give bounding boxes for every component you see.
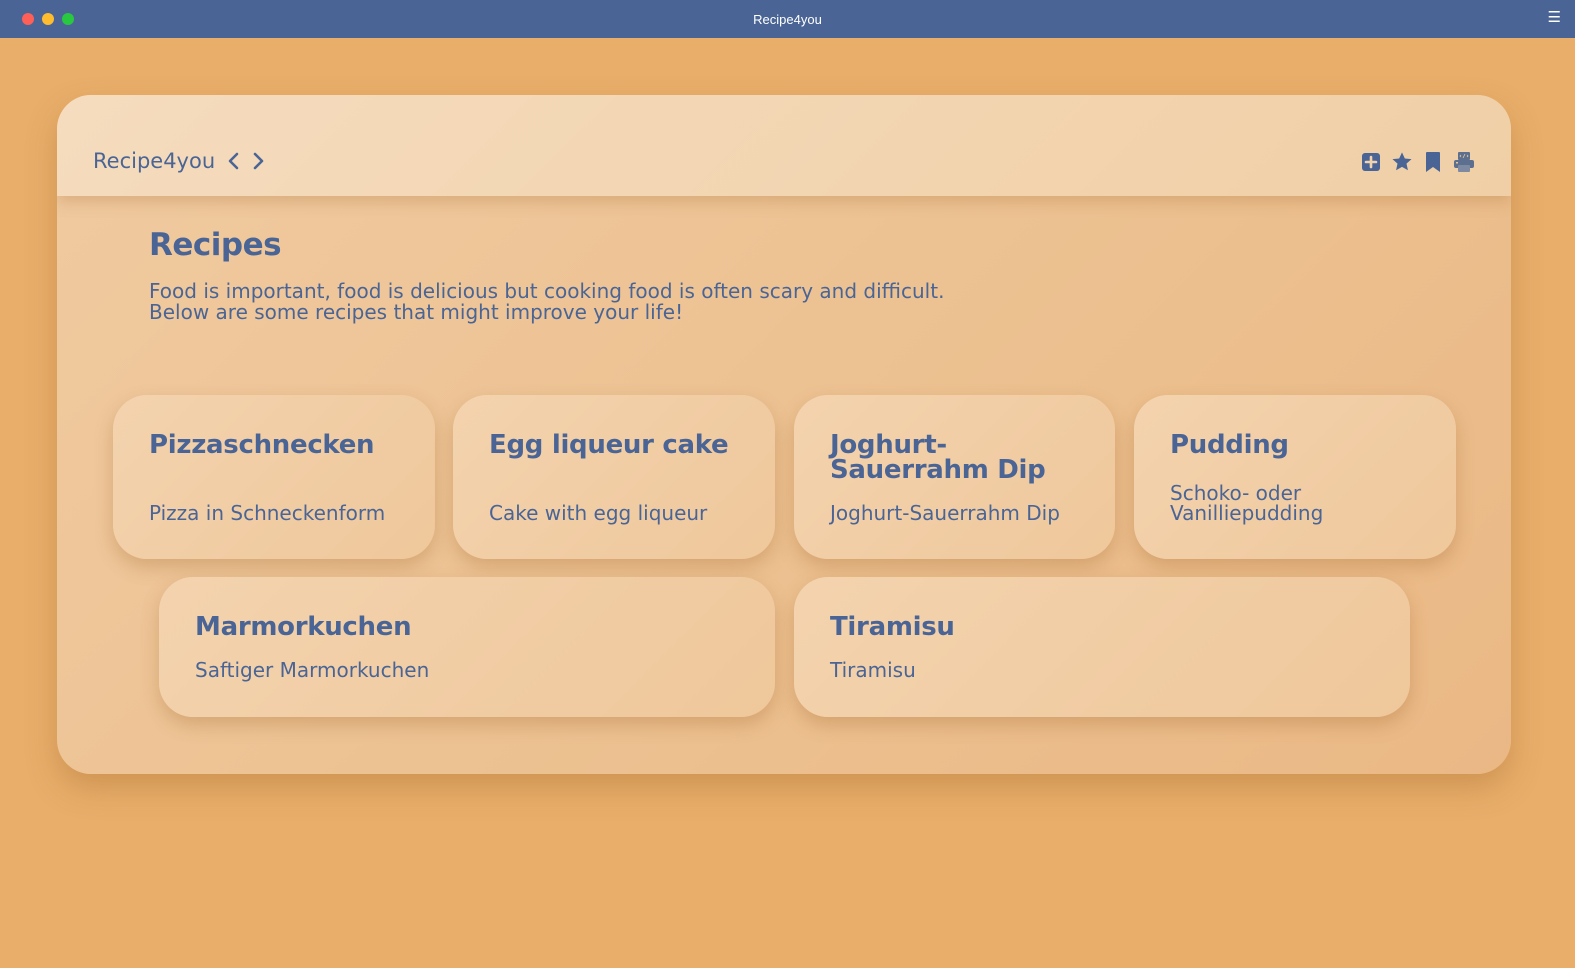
recipe-card-marmorkuchen[interactable]: Marmorkuchen Saftiger Marmorkuchen (159, 577, 775, 717)
hamburger-menu-icon[interactable]: ☰ (1548, 10, 1561, 26)
window-title: Recipe4you (753, 11, 822, 27)
close-window-button[interactable] (22, 13, 34, 25)
recipe-description: Pizza in Schneckenform (149, 501, 386, 525)
back-chevron-icon[interactable] (225, 151, 241, 171)
minimize-window-button[interactable] (42, 13, 54, 25)
main-panel: Recipe4you Recipes Food is important, fo… (57, 95, 1511, 774)
recipe-title: Pudding (1170, 430, 1289, 460)
app-header: Recipe4you (57, 95, 1511, 196)
bookmark-icon[interactable] (1422, 151, 1444, 173)
intro-line-2: Below are some recipes that might improv… (149, 300, 684, 324)
recipe-description: Cake with egg liqueur (489, 501, 708, 525)
recipe-title: Pizzaschnecken (149, 430, 375, 460)
recipe-description: Joghurt-Sauerrahm Dip (830, 501, 1060, 525)
recipe-card-tiramisu[interactable]: Tiramisu Tiramisu (794, 577, 1410, 717)
recipe-description: Saftiger Marmorkuchen (195, 658, 430, 682)
recipe-card-joghurt-sauerrahm-dip[interactable]: Joghurt- Sauerrahm Dip Joghurt-Sauerrahm… (794, 395, 1115, 559)
window-controls (22, 13, 74, 25)
recipe-card-pudding[interactable]: Pudding Schoko- oder Vanilliepudding (1134, 395, 1456, 559)
brand-nav: Recipe4you (93, 149, 267, 173)
maximize-window-button[interactable] (62, 13, 74, 25)
add-square-icon[interactable] (1360, 151, 1382, 173)
recipe-card-pizzaschnecken[interactable]: Pizzaschnecken Pizza in Schneckenform (113, 395, 435, 559)
toolbar (1360, 151, 1475, 173)
recipe-description: Tiramisu (830, 658, 916, 682)
recipe-title: Joghurt- Sauerrahm Dip (830, 430, 1046, 485)
brand-name[interactable]: Recipe4you (93, 149, 215, 173)
window-titlebar: Recipe4you ☰ (0, 0, 1575, 38)
recipe-title: Egg liqueur cake (489, 430, 729, 460)
recipe-description: Schoko- oder Vanilliepudding (1170, 481, 1324, 525)
page-title: Recipes (149, 227, 282, 263)
recipe-card-egg-liqueur-cake[interactable]: Egg liqueur cake Cake with egg liqueur (453, 395, 775, 559)
intro-text: Food is important, food is delicious but… (149, 281, 944, 323)
recipe-title: Tiramisu (830, 612, 955, 642)
intro-line-1: Food is important, food is delicious but… (149, 279, 945, 303)
printer-icon[interactable] (1453, 151, 1475, 173)
forward-chevron-icon[interactable] (251, 151, 267, 171)
recipe-title: Marmorkuchen (195, 612, 412, 642)
star-icon[interactable] (1391, 151, 1413, 173)
